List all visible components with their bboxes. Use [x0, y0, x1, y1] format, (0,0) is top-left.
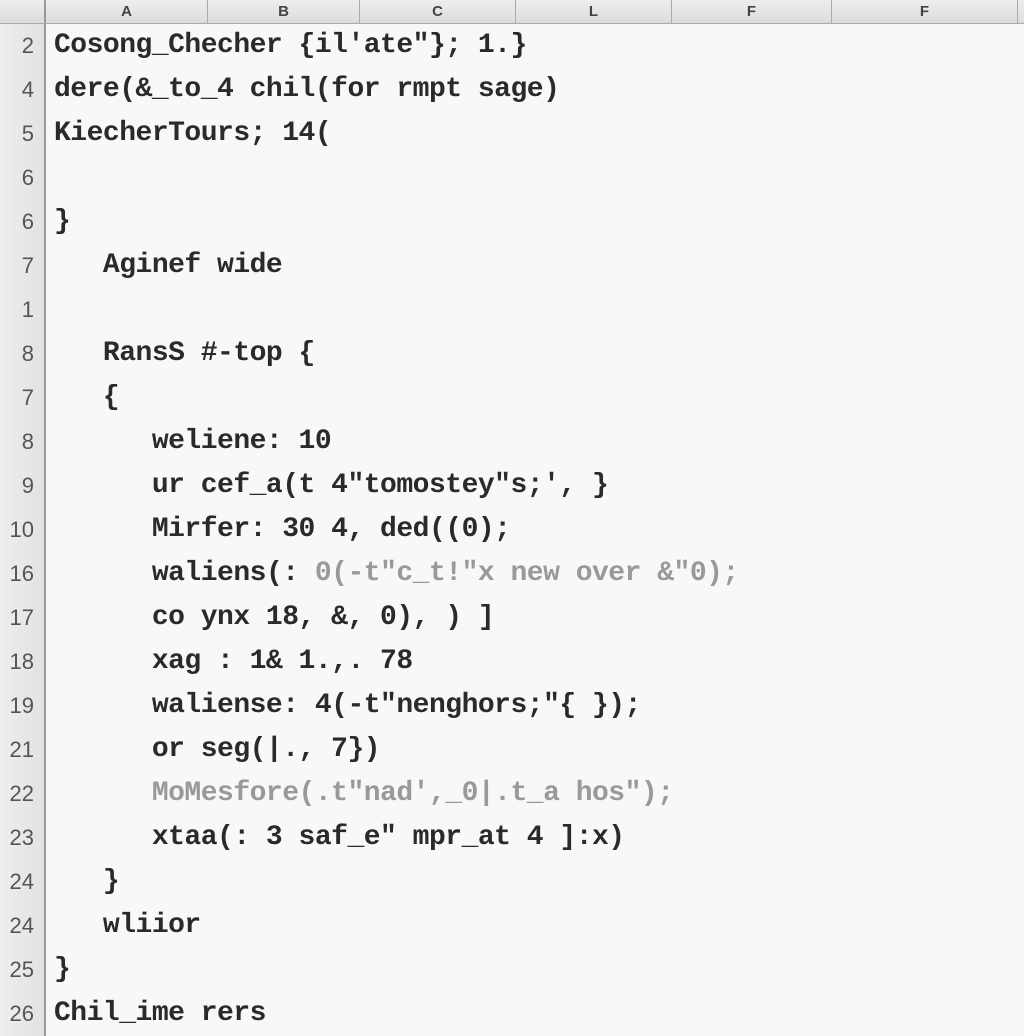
code-line[interactable]: } [46, 201, 70, 243]
code-row: 5KiecherTours; 14( [0, 112, 1024, 156]
row-number[interactable]: 7 [0, 376, 46, 420]
code-line[interactable]: xtaa(: 3 saf_e" mpr_at 4 ]:x) [46, 817, 625, 859]
code-line[interactable]: waliense: 4(-t"nenghors;"{ }); [46, 685, 641, 727]
code-row: 9 ur cef_a(t 4"tomostey"s;', } [0, 464, 1024, 508]
code-line[interactable]: waliens(: 0(-t"c_t!"x new over &"0); [46, 553, 739, 595]
row-number[interactable]: 1 [0, 288, 46, 332]
code-line[interactable]: co ynx 18, &, 0), ) ] [46, 597, 494, 639]
code-line[interactable]: } [46, 949, 70, 991]
code-row: 8 RansS #-top { [0, 332, 1024, 376]
code-row: 8 weliene: 10 [0, 420, 1024, 464]
code-line[interactable]: { [46, 377, 119, 419]
code-line[interactable]: xag : 1& 1.,. 78 [46, 641, 413, 683]
row-number[interactable]: 16 [0, 552, 46, 596]
code-row: 24 wliior [0, 904, 1024, 948]
code-row: 19 waliense: 4(-t"nenghors;"{ }); [0, 684, 1024, 728]
code-line[interactable]: Chil_ime rers [46, 993, 266, 1035]
code-row: 16 waliens(: 0(-t"c_t!"x new over &"0); [0, 552, 1024, 596]
code-line[interactable]: MoMesfore(.t"nad',_0|.t_a hos"); [46, 773, 674, 815]
code-row: 17 co ynx 18, &, 0), ) ] [0, 596, 1024, 640]
code-row: 4dere(&_to_4 chil(for rmpt sage) [0, 68, 1024, 112]
code-row: 25} [0, 948, 1024, 992]
row-number[interactable]: 22 [0, 772, 46, 816]
row-number[interactable]: 19 [0, 684, 46, 728]
code-row: 1 [0, 288, 1024, 332]
row-number[interactable]: 10 [0, 508, 46, 552]
code-line[interactable]: Aginef wide [46, 245, 282, 287]
column-header[interactable]: F [832, 0, 1018, 23]
row-number[interactable]: 24 [0, 860, 46, 904]
code-row: 22 MoMesfore(.t"nad',_0|.t_a hos"); [0, 772, 1024, 816]
code-line[interactable]: Mirfer: 30 4, ded((0); [46, 509, 510, 551]
column-header[interactable]: A [46, 0, 208, 23]
code-row: 6} [0, 200, 1024, 244]
row-number[interactable]: 17 [0, 596, 46, 640]
code-row: 7 { [0, 376, 1024, 420]
row-number[interactable]: 2 [0, 24, 46, 68]
corner-cell[interactable] [0, 0, 46, 23]
row-number[interactable]: 6 [0, 200, 46, 244]
code-line[interactable]: RansS #-top { [46, 333, 315, 375]
code-row: 6 [0, 156, 1024, 200]
row-number[interactable]: 26 [0, 992, 46, 1036]
code-row: 18 xag : 1& 1.,. 78 [0, 640, 1024, 684]
code-row: 24 } [0, 860, 1024, 904]
row-number[interactable]: 8 [0, 420, 46, 464]
code-line[interactable]: or seg(|., 7}) [46, 729, 380, 771]
row-number[interactable]: 5 [0, 112, 46, 156]
row-number[interactable]: 25 [0, 948, 46, 992]
row-number[interactable]: 9 [0, 464, 46, 508]
column-header[interactable]: C [360, 0, 516, 23]
code-line[interactable]: ur cef_a(t 4"tomostey"s;', } [46, 465, 608, 507]
row-number[interactable]: 4 [0, 68, 46, 112]
code-line[interactable]: } [46, 861, 119, 903]
row-number[interactable]: 18 [0, 640, 46, 684]
code-line[interactable]: KiecherTours; 14( [46, 113, 331, 155]
code-row: 7 Aginef wide [0, 244, 1024, 288]
code-line[interactable]: wliior [46, 905, 201, 947]
row-number[interactable]: 7 [0, 244, 46, 288]
column-header[interactable]: B [208, 0, 360, 23]
code-row: 10 Mirfer: 30 4, ded((0); [0, 508, 1024, 552]
code-row: 2Cosong_Checher {il'ate"}; 1.} [0, 24, 1024, 68]
code-line[interactable]: dere(&_to_4 chil(for rmpt sage) [46, 69, 559, 111]
column-header[interactable]: L [516, 0, 672, 23]
code-area[interactable]: 2Cosong_Checher {il'ate"}; 1.}4dere(&_to… [0, 24, 1024, 1036]
column-header[interactable]: F [672, 0, 832, 23]
code-line[interactable]: Cosong_Checher {il'ate"}; 1.} [46, 25, 527, 67]
column-header-row: A B C L F F [0, 0, 1024, 24]
row-number[interactable]: 8 [0, 332, 46, 376]
code-row: 21 or seg(|., 7}) [0, 728, 1024, 772]
row-number[interactable]: 23 [0, 816, 46, 860]
code-row: 26Chil_ime rers [0, 992, 1024, 1036]
code-line[interactable]: weliene: 10 [46, 421, 331, 463]
row-number[interactable]: 24 [0, 904, 46, 948]
code-row: 23 xtaa(: 3 saf_e" mpr_at 4 ]:x) [0, 816, 1024, 860]
row-number[interactable]: 6 [0, 156, 46, 200]
row-number[interactable]: 21 [0, 728, 46, 772]
